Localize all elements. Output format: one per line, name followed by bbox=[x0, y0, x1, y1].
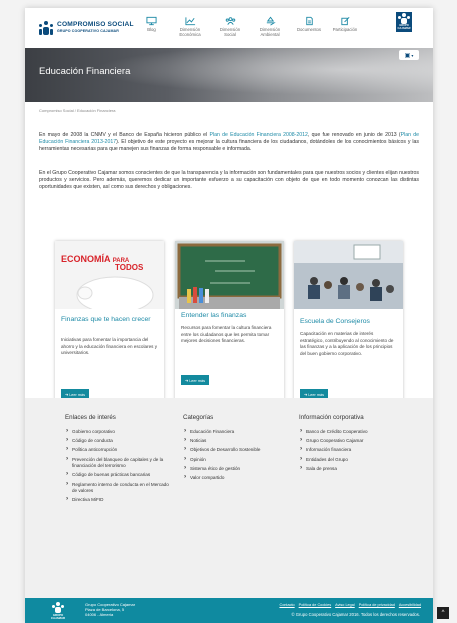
aviso-legal-link[interactable]: Aviso Legal bbox=[335, 603, 355, 607]
footer-link[interactable]: Banco de Crédito Cooperativo bbox=[299, 428, 417, 436]
monitor-icon bbox=[146, 16, 157, 26]
grupo-badge-label: GRUPO CAJAMAR bbox=[397, 24, 411, 30]
footer-link[interactable]: Información financiera bbox=[299, 446, 417, 454]
nav-label: Participación bbox=[332, 27, 358, 32]
footer-link[interactable]: Educación Financiera bbox=[183, 428, 293, 436]
nav-label: Documentos bbox=[296, 27, 322, 32]
nav-label: Dimensión Social bbox=[219, 27, 241, 37]
leer-mas-button[interactable]: ➔ Leer más bbox=[181, 375, 209, 385]
footer-col-title: Enlaces de interés bbox=[65, 414, 116, 421]
card-title[interactable]: Escuela de Consejeros bbox=[300, 317, 398, 326]
footer-link[interactable]: Valor compartido bbox=[183, 474, 293, 482]
footer-col-title: Categorías bbox=[183, 414, 214, 421]
chalkboard-image bbox=[175, 241, 284, 309]
footer-link[interactable]: Reglamento interno de conducta en el Mer… bbox=[65, 481, 175, 495]
footer-legal-links: Contacto Política de Cookies Aviso Legal… bbox=[275, 603, 421, 607]
nav-label: Dimensión Ambiental bbox=[259, 27, 281, 37]
grupo-cajamar-logo-icon: GRUPO CAJAMAR bbox=[396, 12, 412, 32]
footer-link[interactable]: Entidades del Grupo bbox=[299, 456, 417, 464]
intro-paragraph-1: En mayo de 2008 la CNMV y el Banco de Es… bbox=[39, 132, 419, 154]
nav-documentos[interactable]: Documentos bbox=[295, 16, 323, 38]
contacto-link[interactable]: Contacto bbox=[279, 603, 294, 607]
hero-banner: ▣ ▾ Educación Financiera bbox=[25, 48, 433, 102]
recycle-icon bbox=[266, 16, 276, 26]
piggy-bank-illustration bbox=[55, 241, 164, 309]
logo-subtitle: GRUPO COOPERATIVO CAJAMAR bbox=[57, 29, 119, 33]
footer-bar: GRUPO CAJAMAR Grupo Cooperativo Cajamar … bbox=[25, 598, 433, 623]
copyright: © Grupo Cooperativo Cajamar 2016. Todos … bbox=[291, 612, 420, 617]
footer-col-informacion: Información corporativa Banco de Crédito… bbox=[299, 414, 417, 475]
footer-address: Grupo Cooperativo Cajamar Plaza de Barce… bbox=[85, 602, 135, 618]
intro-paragraph-2: En el Grupo Cooperativo Cajamar somos co… bbox=[39, 170, 419, 191]
footer-link[interactable]: Gobierno corporativo bbox=[65, 428, 175, 436]
nav-blog[interactable]: Blog bbox=[138, 16, 165, 38]
address-line: 04006 - Almería bbox=[85, 612, 114, 618]
footer-link[interactable]: Sala de prensa bbox=[299, 465, 417, 473]
economia-word: ECONOMÍA bbox=[61, 254, 111, 264]
plan-2008-link[interactable]: Plan de Educación Financiera 2008-2012 bbox=[209, 132, 307, 138]
card-text: Iniciativas para fomentar la importancia… bbox=[61, 337, 158, 356]
language-selector[interactable]: ▣ ▾ bbox=[399, 50, 419, 60]
breadcrumb: Compromiso Social / Educación Financiera bbox=[39, 108, 116, 113]
footer-col-enlaces: Enlaces de interés Gobierno corporativo … bbox=[65, 414, 175, 507]
page-title: Educación Financiera bbox=[39, 66, 131, 77]
footer-col-title: Información corporativa bbox=[299, 414, 364, 421]
economia-para-todos-image: ECONOMÍA PARA TODOS bbox=[55, 241, 164, 309]
chart-icon bbox=[184, 17, 195, 26]
todos-word: TODOS bbox=[115, 263, 144, 272]
pencil-icon bbox=[340, 17, 349, 26]
people-icon bbox=[225, 17, 235, 25]
nav-ambiental[interactable]: Dimensión Ambiental bbox=[255, 16, 285, 38]
conference-illustration bbox=[294, 241, 403, 309]
globe-icon: ▣ bbox=[404, 52, 411, 59]
footer-link[interactable]: Código de buenas prácticas bancarias bbox=[65, 471, 175, 479]
footer-link[interactable]: Grupo Cooperativo Cajamar bbox=[299, 437, 417, 445]
footer-logo-label: GRUPO CAJAMAR bbox=[51, 613, 65, 620]
card-escuela-consejeros: Escuela de Consejeros Capacitación en ma… bbox=[294, 241, 403, 421]
card-text: Recursos para fomentar la cultura financ… bbox=[181, 325, 272, 344]
nav-label: Blog bbox=[147, 27, 156, 32]
footer-link[interactable]: Noticias bbox=[183, 437, 293, 445]
card-title[interactable]: Entender las finanzas bbox=[181, 311, 279, 320]
card-entender-finanzas: Entender las finanzas Recursos para fome… bbox=[175, 241, 284, 421]
document-icon bbox=[305, 16, 313, 26]
site-header: COMPROMISO SOCIAL GRUPO COOPERATIVO CAJA… bbox=[25, 8, 433, 48]
intro-text: , que fue renovado en junio de 2013 ( bbox=[307, 132, 401, 138]
chevron-up-icon: ^ bbox=[441, 610, 445, 616]
intro-text: En mayo de 2008 la CNMV y el Banco de Es… bbox=[39, 132, 210, 138]
main-nav: Blog Dimensión Económica Dimensión Socia… bbox=[138, 16, 361, 38]
footer-link[interactable]: Opinión bbox=[183, 456, 293, 464]
card-title[interactable]: Finanzas que te hacen crecer bbox=[61, 315, 159, 324]
chevron-down-icon: ▾ bbox=[411, 52, 414, 58]
card-text: Capacitación en materias de interés estr… bbox=[300, 331, 394, 356]
footer-links-section: Enlaces de interés Gobierno corporativo … bbox=[25, 398, 433, 598]
footer-col-categorias: Categorías Educación Financiera Noticias… bbox=[183, 414, 293, 484]
cookies-link[interactable]: Política de Cookies bbox=[299, 603, 332, 607]
chalkboard-illustration bbox=[175, 241, 284, 309]
footer-link[interactable]: Código de conducta bbox=[65, 437, 175, 445]
nav-participacion[interactable]: Participación bbox=[329, 16, 361, 38]
footer-link[interactable]: Política anticorrupción bbox=[65, 446, 175, 454]
footer-link[interactable]: Objetivos de Desarrollo Sostenible bbox=[183, 446, 293, 454]
logo-mark-icon bbox=[39, 21, 53, 35]
grupo-cajamar-badge[interactable]: GRUPO CAJAMAR bbox=[393, 12, 415, 40]
scroll-to-top-button[interactable]: ^ bbox=[437, 607, 449, 619]
logo-title: COMPROMISO SOCIAL bbox=[57, 21, 134, 29]
conference-room-image bbox=[294, 241, 403, 309]
page: COMPROMISO SOCIAL GRUPO COOPERATIVO CAJA… bbox=[25, 8, 433, 623]
footer-link[interactable]: Prevención del blanqueo de capitales y d… bbox=[65, 456, 175, 470]
footer-link[interactable]: Directiva MiFID bbox=[65, 496, 175, 504]
nav-label: Dimensión Económica bbox=[179, 27, 201, 37]
nav-economica[interactable]: Dimensión Económica bbox=[175, 16, 205, 38]
site-logo[interactable]: COMPROMISO SOCIAL GRUPO COOPERATIVO CAJA… bbox=[39, 21, 134, 35]
nav-social[interactable]: Dimensión Social bbox=[215, 16, 245, 38]
accesibilidad-link[interactable]: Accesibilidad bbox=[399, 603, 421, 607]
footer-link[interactable]: Sistema ético de gestión bbox=[183, 465, 293, 473]
footer-logo-icon[interactable]: GRUPO CAJAMAR bbox=[51, 602, 65, 620]
privacidad-link[interactable]: Política de privacidad bbox=[359, 603, 395, 607]
card-finanzas-crecer: ECONOMÍA PARA TODOS Finanzas que te hace… bbox=[55, 241, 164, 421]
